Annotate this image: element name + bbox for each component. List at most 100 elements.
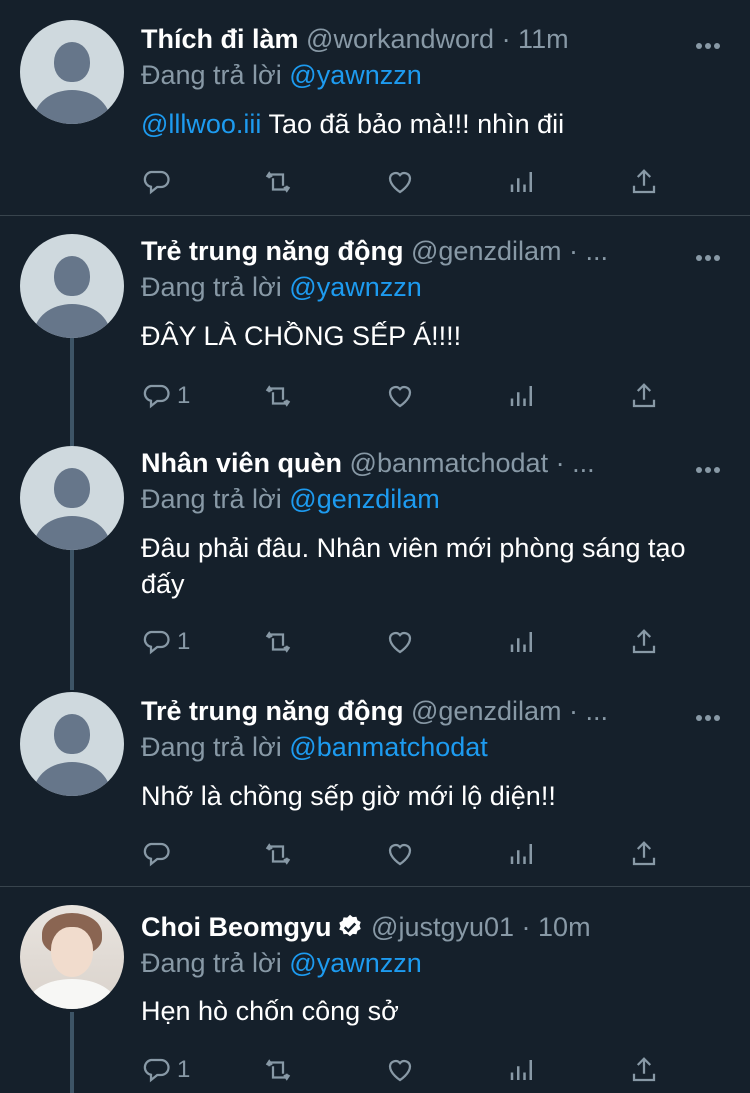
display-name[interactable]: Trẻ trung năng động bbox=[141, 236, 403, 266]
more-icon[interactable] bbox=[696, 460, 724, 473]
retweet-button[interactable] bbox=[263, 622, 293, 662]
heart-icon bbox=[388, 171, 412, 194]
reply-prefix: Đang trả lời bbox=[141, 484, 282, 514]
share-icon bbox=[632, 169, 656, 194]
share-button[interactable] bbox=[629, 834, 659, 874]
mention-link[interactable]: @lllwoo.iii bbox=[141, 109, 261, 139]
reply-count: 1 bbox=[177, 628, 191, 655]
like-button[interactable] bbox=[385, 1050, 415, 1090]
analytics-icon bbox=[510, 844, 532, 864]
share-icon bbox=[632, 1057, 656, 1082]
reply-button[interactable]: 1 bbox=[141, 622, 190, 662]
action-bar: 1 bbox=[141, 1050, 681, 1090]
tweet[interactable]: Nhân viên quèn @banmatchodat · ... Đang … bbox=[0, 440, 750, 688]
like-button[interactable] bbox=[385, 834, 415, 874]
share-icon bbox=[632, 629, 656, 654]
analytics-button[interactable] bbox=[507, 622, 537, 662]
tweet-text: Đâu phải đâu. Nhân viên mới phòng sáng t… bbox=[141, 533, 686, 599]
avatar[interactable] bbox=[20, 905, 124, 1009]
like-button[interactable] bbox=[385, 162, 415, 202]
avatar[interactable] bbox=[20, 20, 124, 124]
avatar[interactable] bbox=[20, 692, 124, 796]
retweet-icon bbox=[265, 631, 291, 653]
reply-to-mention[interactable]: @genzdilam bbox=[289, 484, 439, 514]
reply-to-mention[interactable]: @yawnzzn bbox=[289, 272, 421, 302]
tweet-header: Trẻ trung năng động @genzdilam · ... bbox=[141, 233, 680, 269]
reply-count: 1 bbox=[177, 382, 191, 409]
tweet-header: Choi Beomgyu @justgyu01 · 10m bbox=[141, 909, 730, 945]
avatar[interactable] bbox=[20, 446, 124, 550]
heart-icon bbox=[388, 1059, 412, 1082]
reply-prefix: Đang trả lời bbox=[141, 948, 282, 978]
reply-to-mention[interactable]: @yawnzzn bbox=[289, 60, 421, 90]
reply-prefix: Đang trả lời bbox=[141, 732, 282, 762]
avatar[interactable] bbox=[20, 234, 124, 338]
share-button[interactable] bbox=[629, 622, 659, 662]
analytics-button[interactable] bbox=[507, 162, 537, 202]
analytics-button[interactable] bbox=[507, 376, 537, 416]
retweet-icon bbox=[265, 171, 291, 193]
display-name[interactable]: Trẻ trung năng động bbox=[141, 696, 403, 726]
analytics-button[interactable] bbox=[507, 1050, 537, 1090]
heart-icon bbox=[388, 385, 412, 408]
reply-button[interactable] bbox=[141, 162, 177, 202]
more-icon[interactable] bbox=[696, 248, 724, 261]
retweet-icon bbox=[265, 385, 291, 407]
retweet-button[interactable] bbox=[263, 834, 293, 874]
reply-button[interactable]: 1 bbox=[141, 376, 190, 416]
reply-icon bbox=[143, 384, 170, 409]
reply-to-mention[interactable]: @banmatchodat bbox=[289, 732, 488, 762]
timestamp[interactable]: · ... bbox=[569, 236, 608, 266]
action-bar: 1 bbox=[141, 622, 681, 662]
reply-icon bbox=[143, 630, 170, 655]
reply-to-mention[interactable]: @yawnzzn bbox=[289, 948, 421, 978]
reply-prefix: Đang trả lời bbox=[141, 272, 282, 302]
retweet-icon bbox=[265, 843, 291, 865]
reply-button[interactable] bbox=[141, 834, 177, 874]
tweet[interactable]: Thích đi làm @workandword · 11m Đang trả… bbox=[0, 0, 750, 216]
more-icon[interactable] bbox=[696, 36, 724, 49]
reply-icon bbox=[143, 1058, 170, 1083]
user-handle[interactable]: @workandword bbox=[306, 24, 494, 54]
timestamp[interactable]: · 11m bbox=[502, 24, 569, 54]
analytics-button[interactable] bbox=[507, 834, 537, 874]
display-name[interactable]: Thích đi làm bbox=[141, 24, 299, 54]
display-name[interactable]: Choi Beomgyu bbox=[141, 912, 332, 942]
tweet-text: Hẹn hò chốn công sở bbox=[141, 996, 399, 1026]
like-button[interactable] bbox=[385, 622, 415, 662]
user-handle[interactable]: @genzdilam bbox=[411, 696, 561, 726]
action-bar bbox=[141, 834, 681, 874]
share-button[interactable] bbox=[629, 162, 659, 202]
tweet-text: Nhỡ là chồng sếp giờ mới lộ diện!! bbox=[141, 781, 556, 811]
reply-count: 1 bbox=[177, 1056, 191, 1083]
retweet-button[interactable] bbox=[263, 376, 293, 416]
share-button[interactable] bbox=[629, 376, 659, 416]
heart-icon bbox=[388, 843, 412, 866]
reply-prefix: Đang trả lời bbox=[141, 60, 282, 90]
reply-button[interactable]: 1 bbox=[141, 1050, 190, 1090]
tweet-text-content: Tao đã bảo mà!!! nhìn đii bbox=[261, 109, 565, 139]
analytics-icon bbox=[510, 632, 532, 652]
reply-icon bbox=[143, 170, 170, 195]
retweet-button[interactable] bbox=[263, 1050, 293, 1090]
timestamp[interactable]: · 10m bbox=[522, 912, 591, 942]
user-handle[interactable]: @banmatchodat bbox=[350, 448, 549, 478]
user-handle[interactable]: @genzdilam bbox=[411, 236, 561, 266]
more-icon[interactable] bbox=[696, 708, 724, 721]
action-bar: 1 bbox=[141, 376, 681, 416]
like-button[interactable] bbox=[385, 376, 415, 416]
retweet-button[interactable] bbox=[263, 162, 293, 202]
reply-icon bbox=[143, 842, 170, 867]
share-icon bbox=[632, 841, 656, 866]
timestamp[interactable]: · ... bbox=[569, 696, 608, 726]
timestamp[interactable]: · ... bbox=[556, 448, 595, 478]
share-icon bbox=[632, 383, 656, 408]
share-button[interactable] bbox=[629, 1050, 659, 1090]
tweet[interactable]: Choi Beomgyu @justgyu01 · 10m Đang trả l… bbox=[0, 887, 750, 1093]
tweet[interactable]: Trẻ trung năng động @genzdilam · ... Đan… bbox=[0, 688, 750, 886]
analytics-icon bbox=[510, 386, 532, 406]
display-name[interactable]: Nhân viên quèn bbox=[141, 448, 342, 478]
user-handle[interactable]: @justgyu01 bbox=[371, 912, 514, 942]
reply-to-line: Đang trả lời @yawnzzn bbox=[141, 269, 422, 305]
tweet[interactable]: Trẻ trung năng động @genzdilam · ... Đan… bbox=[0, 216, 750, 440]
